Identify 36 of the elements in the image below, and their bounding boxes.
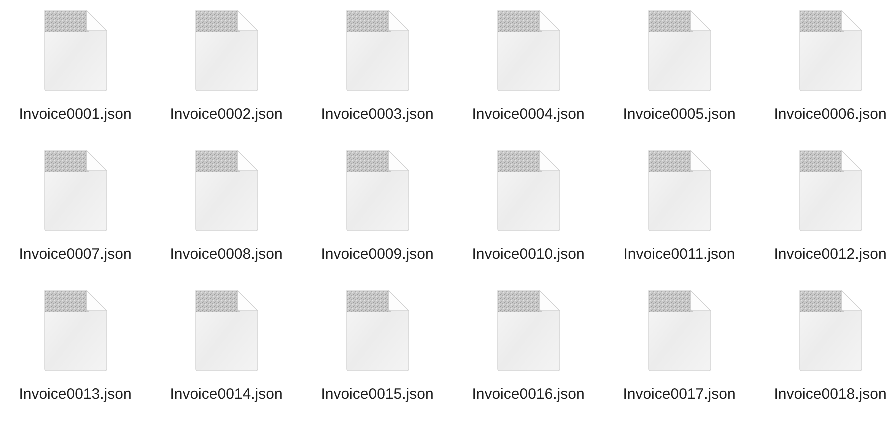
document-icon[interactable] [42, 10, 108, 92]
document-icon[interactable] [344, 290, 410, 372]
document-icon[interactable] [496, 290, 562, 372]
document-icon[interactable] [194, 150, 260, 232]
file-name[interactable]: Invoice0009.json [321, 246, 434, 264]
document-icon[interactable] [194, 10, 260, 92]
document-icon[interactable] [798, 290, 864, 372]
file-name[interactable]: Invoice0016.json [472, 386, 585, 404]
document-icon[interactable] [344, 10, 410, 92]
document-icon[interactable] [496, 10, 562, 92]
file-name[interactable]: Invoice0018.json [774, 386, 887, 404]
file-name[interactable]: Invoice0001.json [19, 106, 132, 124]
document-icon[interactable] [42, 290, 108, 372]
document-icon[interactable] [798, 150, 864, 232]
file-name[interactable]: Invoice0004.json [472, 106, 585, 124]
file-name[interactable]: Invoice0008.json [170, 246, 283, 264]
file-name[interactable]: Invoice0006.json [774, 106, 887, 124]
document-icon[interactable] [646, 10, 712, 92]
document-icon[interactable] [798, 10, 864, 92]
file-name[interactable]: Invoice0005.json [623, 106, 736, 124]
file-name[interactable]: Invoice0003.json [321, 106, 434, 124]
document-icon[interactable] [646, 290, 712, 372]
file-name[interactable]: Invoice0013.json [19, 386, 132, 404]
file-name[interactable]: Invoice0002.json [170, 106, 283, 124]
document-icon[interactable] [194, 290, 260, 372]
file-name[interactable]: Invoice0015.json [321, 386, 434, 404]
file-name[interactable]: Invoice0007.json [19, 246, 132, 264]
file-name[interactable]: Invoice0010.json [472, 246, 585, 264]
file-name[interactable]: Invoice0014.json [170, 386, 283, 404]
document-icon[interactable] [496, 150, 562, 232]
document-icon[interactable] [42, 150, 108, 232]
file-name[interactable]: Invoice0011.json [624, 246, 736, 264]
file-name[interactable]: Invoice0012.json [774, 246, 887, 264]
file-name[interactable]: Invoice0017.json [623, 386, 736, 404]
document-icon[interactable] [344, 150, 410, 232]
document-icon[interactable] [646, 150, 712, 232]
